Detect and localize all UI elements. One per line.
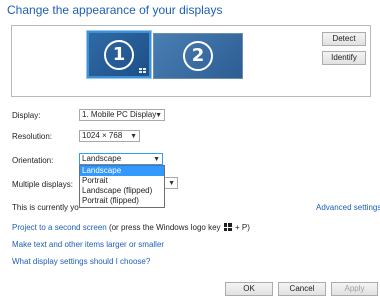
orientation-option-portrait[interactable]: Portrait bbox=[80, 176, 164, 186]
display-select[interactable]: 1. Mobile PC Display ▼ bbox=[79, 109, 165, 121]
project-hint-end: + P) bbox=[232, 223, 250, 232]
monitor-arrangement-panel: 1 2 bbox=[11, 25, 371, 97]
orientation-option-portrait-flipped[interactable]: Portrait (flipped) bbox=[80, 196, 164, 206]
page-title: Change the appearance of your displays bbox=[7, 3, 223, 17]
chevron-down-icon: ▼ bbox=[130, 133, 137, 140]
chevron-down-icon: ▼ bbox=[155, 112, 162, 119]
project-second-screen-link[interactable]: Project to a second screen bbox=[12, 223, 107, 232]
monitor-1[interactable]: 1 bbox=[87, 31, 151, 78]
orientation-select-value: Landscape bbox=[82, 154, 122, 163]
detect-button[interactable]: Detect bbox=[322, 32, 366, 46]
monitor-2[interactable]: 2 bbox=[153, 33, 243, 79]
resolution-select-value: 1024 × 768 bbox=[82, 131, 123, 140]
text-size-link[interactable]: Make text and other items larger or smal… bbox=[12, 240, 164, 249]
identify-button[interactable]: Identify bbox=[322, 51, 366, 65]
project-hint-start: (or press the Windows logo key bbox=[106, 223, 223, 232]
status-text: This is currently yo bbox=[12, 203, 79, 212]
project-line: Project to a second screen (or press the… bbox=[12, 223, 250, 232]
monitor-1-number: 1 bbox=[104, 39, 134, 70]
orientation-select[interactable]: Landscape ▼ bbox=[79, 153, 163, 165]
multiple-displays-label: Multiple displays: bbox=[12, 180, 73, 189]
resolution-label: Resolution: bbox=[12, 132, 53, 141]
advanced-settings-link[interactable]: Advanced settings bbox=[316, 203, 380, 212]
taskbar-icon bbox=[139, 68, 147, 74]
display-settings-help-link[interactable]: What display settings should I choose? bbox=[12, 257, 150, 266]
display-label: Display: bbox=[12, 111, 41, 120]
apply-button[interactable]: Apply bbox=[331, 282, 378, 296]
chevron-down-icon: ▼ bbox=[153, 156, 160, 163]
orientation-option-landscape-flipped[interactable]: Landscape (flipped) bbox=[80, 186, 164, 196]
orientation-option-landscape[interactable]: Landscape bbox=[80, 166, 164, 176]
ok-button[interactable]: OK bbox=[225, 282, 273, 296]
display-select-value: 1. Mobile PC Display bbox=[82, 110, 157, 119]
resolution-select[interactable]: 1024 × 768 ▼ bbox=[79, 130, 140, 142]
windows-logo-icon bbox=[223, 223, 232, 231]
chevron-down-icon: ▼ bbox=[168, 180, 175, 187]
orientation-label: Orientation: bbox=[12, 156, 54, 165]
monitor-2-number: 2 bbox=[183, 41, 213, 71]
orientation-dropdown-list: Landscape Portrait Landscape (flipped) P… bbox=[79, 165, 165, 208]
cancel-button[interactable]: Cancel bbox=[278, 282, 326, 296]
